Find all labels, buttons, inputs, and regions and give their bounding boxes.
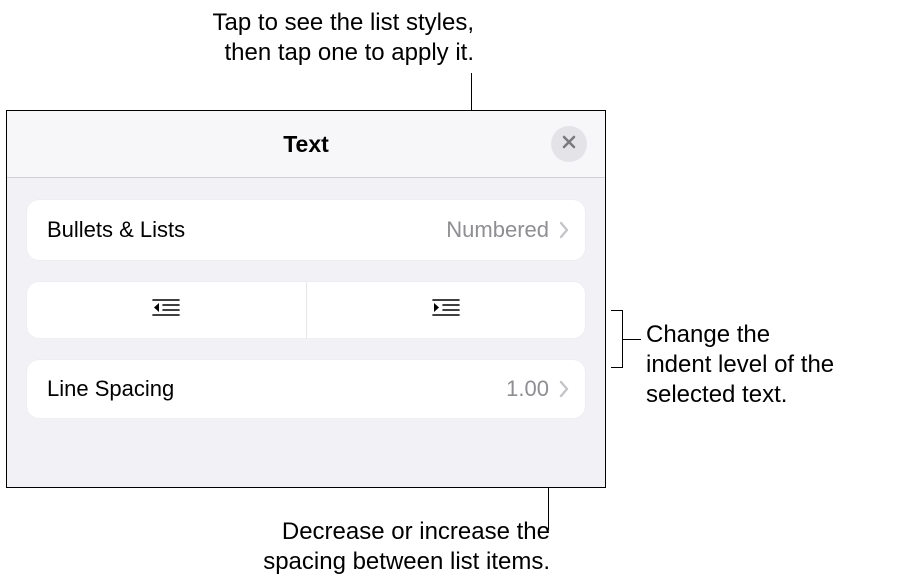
- callout-bottom: Decrease or increase the spacing between…: [160, 517, 550, 577]
- panel-header: Text: [7, 111, 605, 178]
- bullets-lists-label: Bullets & Lists: [47, 217, 446, 243]
- callout-right-text: Change the indent level of the selected …: [646, 321, 834, 408]
- decrease-indent-button[interactable]: [27, 282, 307, 338]
- close-icon: [561, 134, 577, 155]
- bullets-lists-card: Bullets & Lists Numbered: [27, 200, 585, 260]
- line-spacing-card: Line Spacing 1.00: [27, 360, 585, 418]
- increase-indent-button[interactable]: [307, 282, 586, 338]
- bullets-lists-row[interactable]: Bullets & Lists Numbered: [27, 200, 585, 260]
- leader-right: [623, 339, 641, 340]
- line-spacing-value: 1.00: [506, 376, 549, 402]
- panel-body: Bullets & Lists Numbered: [7, 178, 605, 418]
- decrease-indent-icon: [151, 297, 181, 324]
- increase-indent-icon: [431, 297, 461, 324]
- callout-top: Tap to see the list styles, then tap one…: [34, 8, 474, 68]
- callout-right: Change the indent level of the selected …: [646, 320, 896, 410]
- text-format-panel: Text Bullets & Lists Numbered: [6, 110, 606, 488]
- line-spacing-label: Line Spacing: [47, 376, 506, 402]
- close-button[interactable]: [551, 126, 587, 162]
- chevron-right-icon: [559, 380, 569, 398]
- callout-top-text: Tap to see the list styles, then tap one…: [213, 9, 474, 66]
- indent-card: [27, 282, 585, 338]
- chevron-right-icon: [559, 221, 569, 239]
- line-spacing-row[interactable]: Line Spacing 1.00: [27, 360, 585, 418]
- callout-bottom-text: Decrease or increase the spacing between…: [263, 518, 550, 575]
- indent-segmented: [27, 282, 585, 338]
- bracket-right: [611, 310, 623, 368]
- bullets-lists-value: Numbered: [446, 217, 549, 243]
- panel-title: Text: [283, 131, 329, 158]
